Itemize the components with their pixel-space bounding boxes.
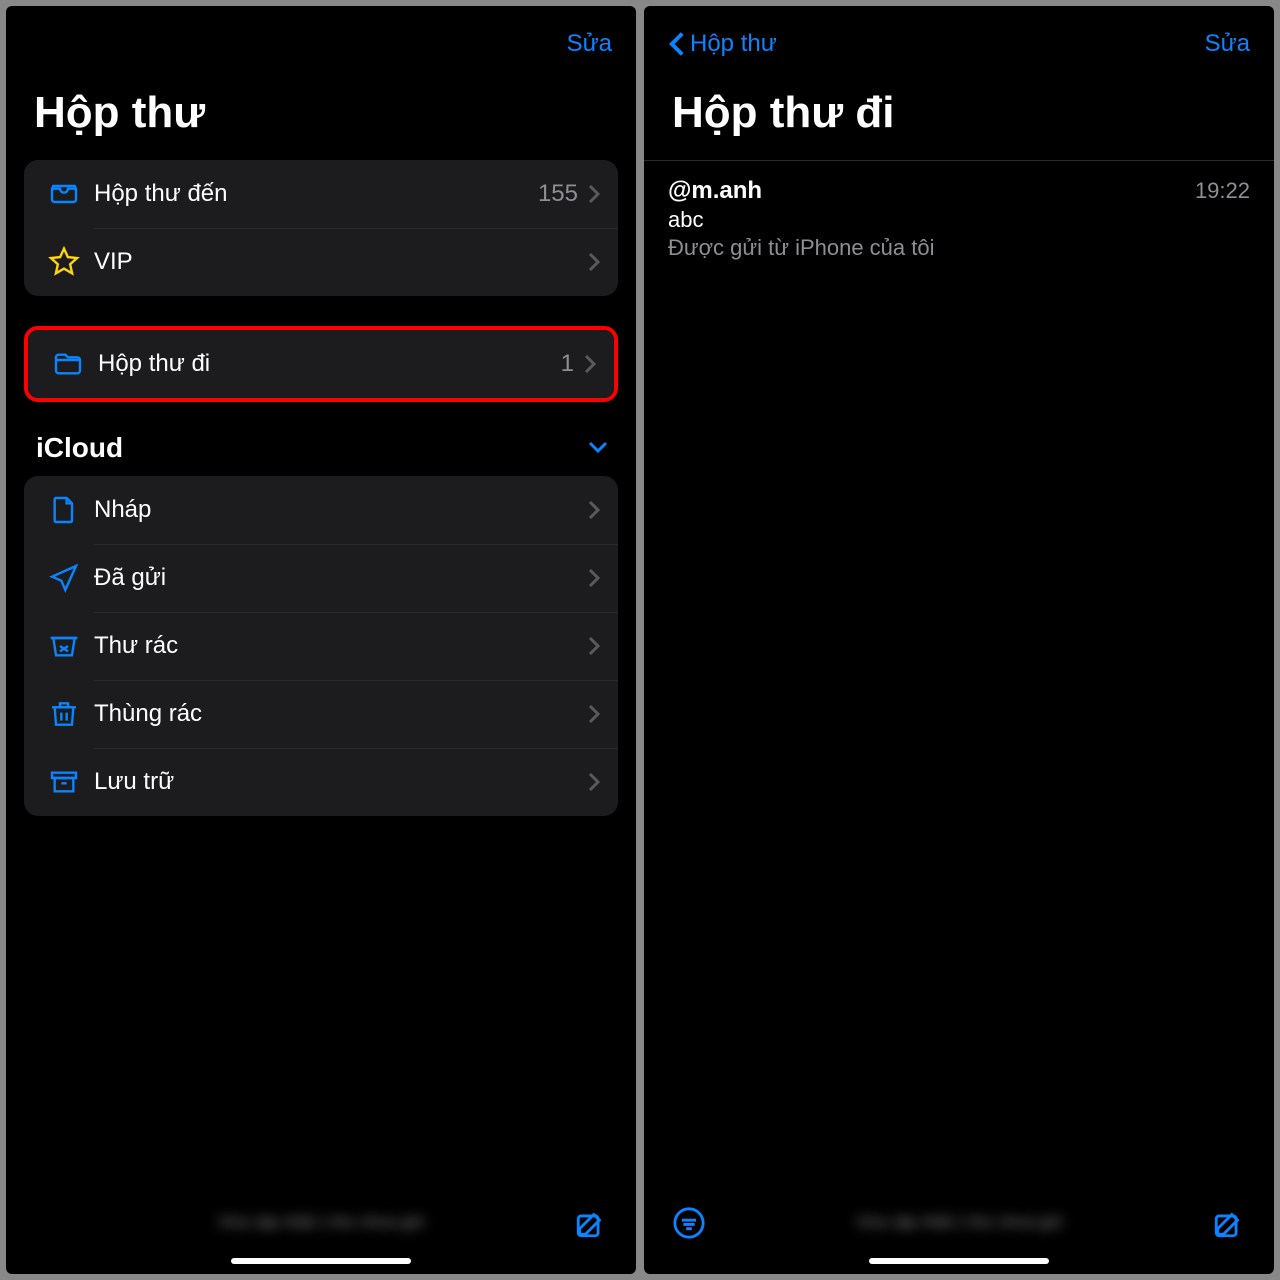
trash-row[interactable]: Thùng rác [24, 680, 618, 748]
back-button[interactable]: Hộp thư [668, 30, 777, 58]
compose-button[interactable] [1212, 1206, 1246, 1240]
icloud-header-label: iCloud [36, 432, 123, 464]
trash-label: Thùng rác [94, 700, 588, 728]
inbox-label: Hộp thư đến [94, 180, 538, 208]
page-title: Hộp thư đi [644, 68, 1274, 160]
inbox-count: 155 [538, 180, 578, 208]
navbar: Sửa [6, 6, 636, 68]
vip-row[interactable]: VIP [24, 228, 618, 296]
archive-row[interactable]: Lưu trữ [24, 748, 618, 816]
home-indicator[interactable] [231, 1258, 411, 1264]
inbox-row[interactable]: Hộp thư đến 155 [24, 160, 618, 228]
filter-button[interactable] [672, 1206, 706, 1240]
sent-row[interactable]: Đã gửi [24, 544, 618, 612]
toolbar-status: Vừa cập nhật 1 thư chưa gửi [68, 1213, 574, 1234]
archive-icon [48, 766, 80, 798]
junk-icon [48, 630, 80, 662]
chevron-right-icon [588, 252, 600, 272]
compose-button[interactable] [574, 1206, 608, 1240]
junk-label: Thư rác [94, 632, 588, 660]
message-preview: Được gửi từ iPhone của tôi [668, 235, 1250, 261]
chevron-left-icon [668, 31, 686, 57]
inbox-icon [48, 178, 80, 210]
icloud-section-header[interactable]: iCloud [24, 426, 618, 476]
message-subject: abc [668, 207, 1250, 233]
trash-icon [48, 698, 80, 730]
archive-label: Lưu trữ [94, 768, 588, 796]
message-sender: @m.anh [668, 177, 762, 205]
chevron-right-icon [588, 500, 600, 520]
chevron-down-icon [588, 441, 608, 455]
chevron-right-icon [588, 636, 600, 656]
outbox-row[interactable]: Hộp thư đi 1 [28, 330, 614, 398]
edit-button[interactable]: Sửa [1205, 30, 1250, 58]
folder-icon [52, 348, 84, 380]
navbar: Hộp thư Sửa [644, 6, 1274, 68]
chevron-right-icon [588, 184, 600, 204]
outbox-count: 1 [561, 350, 574, 378]
sent-label: Đã gửi [94, 564, 588, 592]
edit-button[interactable]: Sửa [567, 30, 612, 58]
chevron-right-icon [588, 568, 600, 588]
mailboxes-group: Hộp thư đến 155 VIP [24, 160, 618, 296]
toolbar-status: Vừa cập nhật 1 thư chưa gửi [706, 1213, 1212, 1234]
outbox-screen: Hộp thư Sửa Hộp thư đi @m.anh 19:22 abc … [644, 6, 1274, 1274]
chevron-right-icon [584, 354, 596, 374]
outbox-label: Hộp thư đi [98, 350, 561, 378]
chevron-right-icon [588, 704, 600, 724]
document-icon [48, 494, 80, 526]
message-time: 19:22 [1195, 178, 1250, 204]
message-item[interactable]: @m.anh 19:22 abc Được gửi từ iPhone của … [644, 165, 1274, 273]
icloud-folders-group: Nháp Đã gửi Thư rác [24, 476, 618, 816]
page-title: Hộp thư [6, 68, 636, 160]
vip-label: VIP [94, 248, 588, 276]
star-icon [48, 246, 80, 278]
divider [644, 160, 1274, 161]
paperplane-icon [48, 562, 80, 594]
mailboxes-screen: Sửa Hộp thư Hộp thư đến 155 VIP [6, 6, 636, 1274]
chevron-right-icon [588, 772, 600, 792]
junk-row[interactable]: Thư rác [24, 612, 618, 680]
drafts-label: Nháp [94, 496, 588, 524]
outbox-highlight: Hộp thư đi 1 [24, 326, 618, 402]
drafts-row[interactable]: Nháp [24, 476, 618, 544]
home-indicator[interactable] [869, 1258, 1049, 1264]
back-label: Hộp thư [690, 30, 777, 58]
